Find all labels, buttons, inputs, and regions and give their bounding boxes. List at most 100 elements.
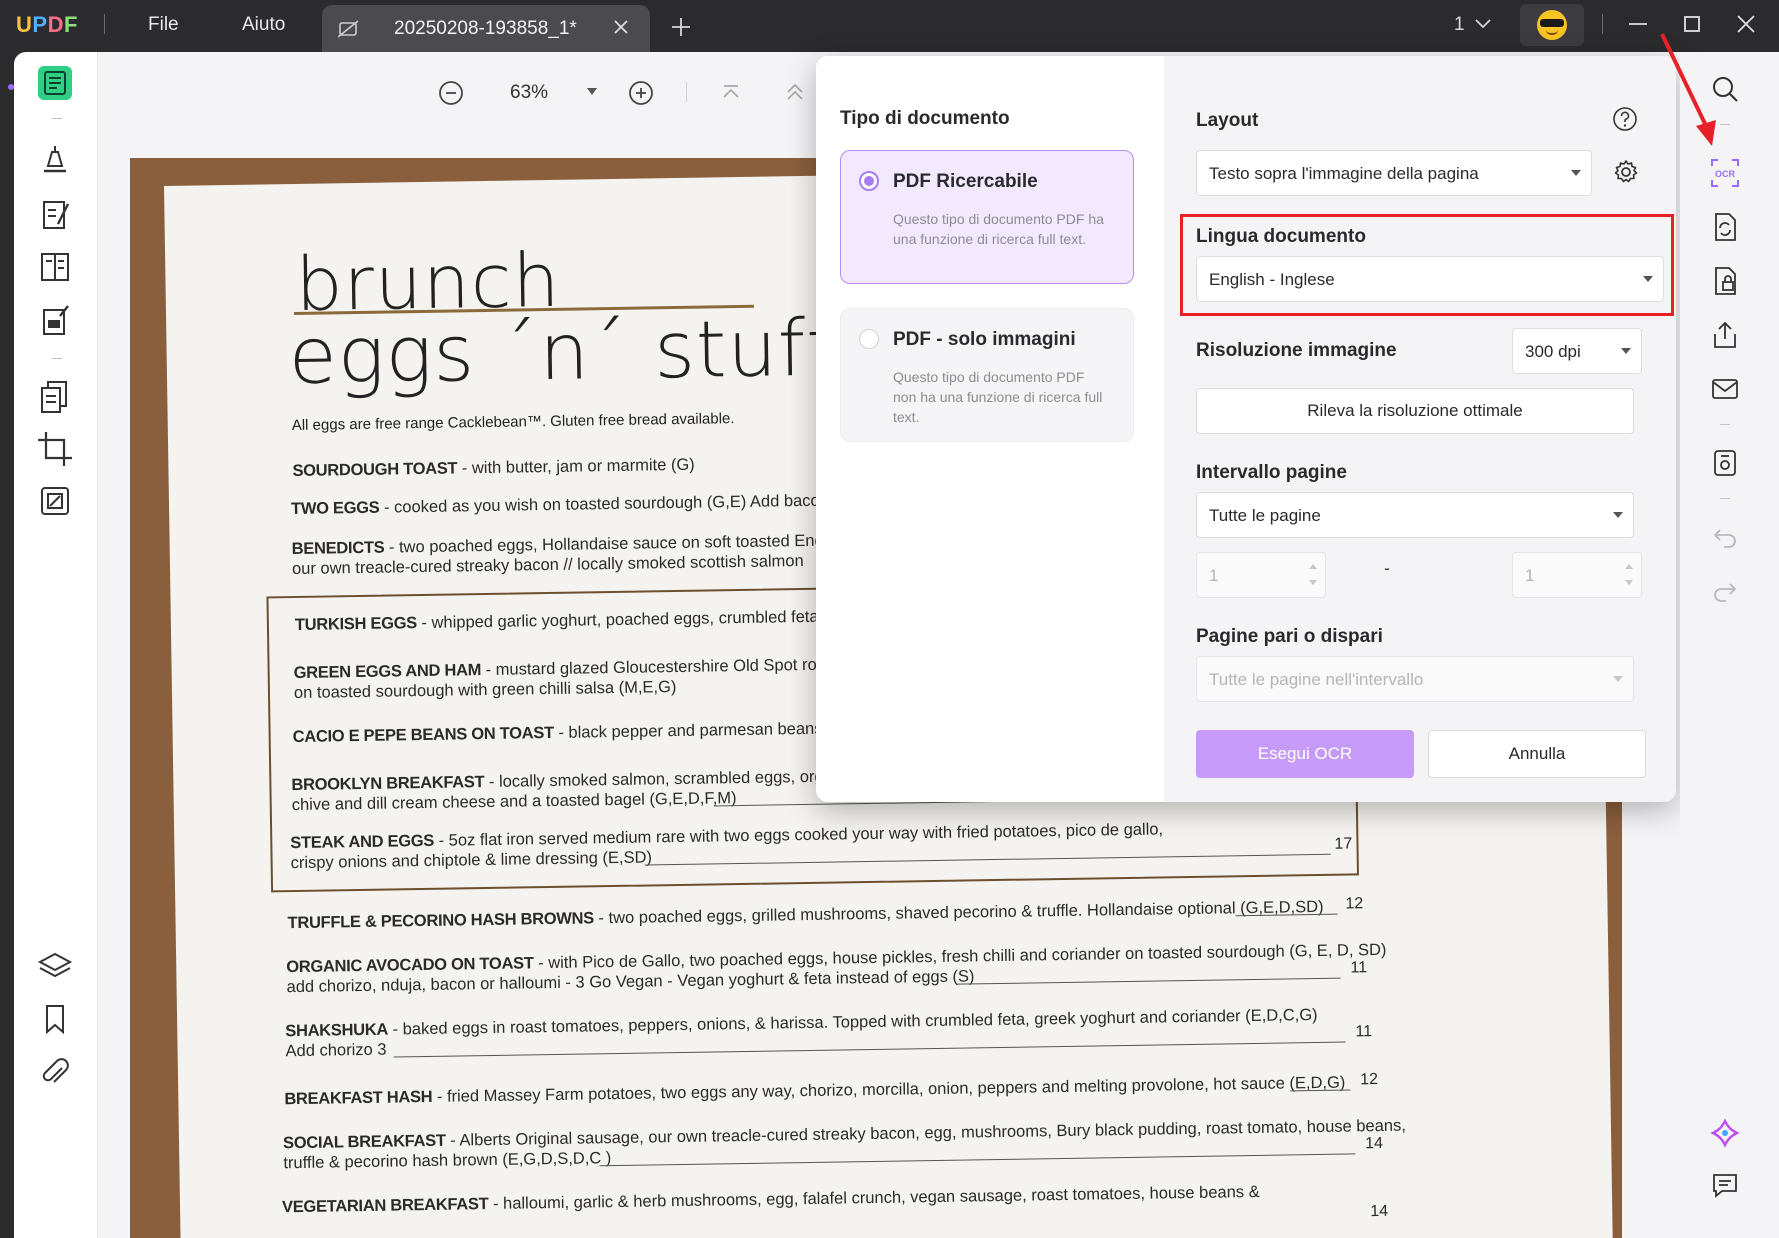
menu-file[interactable]: File [148,14,179,36]
title-separator [1602,14,1603,34]
range-from-input[interactable]: 1 [1196,552,1326,598]
ocr-dialog: Tipo di documento PDF Ricercabile Questo… [816,56,1676,802]
menu-price: 11 [1350,959,1368,977]
close-tab-icon[interactable] [612,18,630,36]
toolbar-divider [1720,424,1730,425]
close-window-icon[interactable] [1734,12,1758,36]
chevron-down-icon[interactable] [1474,16,1492,32]
chevron-down-icon [1613,676,1623,682]
previous-page-icon[interactable] [784,82,806,104]
fill-sign-icon[interactable] [36,302,74,340]
stepper-up-icon[interactable] [1625,564,1633,569]
page-range-select[interactable]: Tutte le pagine [1196,492,1634,538]
layout-select[interactable]: Testo sopra l'immagine della pagina [1196,150,1592,196]
document-tab[interactable]: 20250208-193858_1* [322,5,650,52]
cancel-button[interactable]: Annulla [1428,730,1646,778]
new-tab-icon[interactable] [670,16,692,38]
toolbar-divider [1720,124,1730,125]
odd-even-select[interactable]: Tutte le pagine nell'intervallo [1196,656,1634,702]
help-icon[interactable] [1612,106,1638,132]
highlighter-icon[interactable] [36,140,74,178]
avatar[interactable] [1520,4,1584,46]
layout-select-value: Testo sopra l'immagine della pagina [1209,164,1479,183]
zoom-dropdown-icon[interactable] [586,86,598,96]
attachment-icon[interactable] [36,1054,74,1092]
redo-icon[interactable] [1710,576,1740,606]
convert-icon[interactable] [1710,212,1740,242]
zoom-out-icon[interactable] [438,80,464,106]
email-icon[interactable] [1710,374,1740,404]
option-searchable-pdf-title: PDF Ricercabile [893,171,1038,192]
stepper-down-icon[interactable] [1625,580,1633,585]
svg-text:OCR: OCR [1715,169,1736,179]
chevron-down-icon [1621,348,1631,354]
option-image-only-pdf-desc: Questo tipo di documento PDF non ha una … [893,369,1103,425]
layout-label: Layout [1196,110,1259,131]
gear-icon[interactable] [1612,158,1640,186]
bookmark-icon[interactable] [36,1000,74,1038]
range-separator: - [1384,558,1390,578]
crop-icon[interactable] [36,430,74,468]
first-page-icon[interactable] [720,82,742,104]
zoom-toolbar: 63% [98,52,818,140]
resolution-select[interactable]: 300 dpi [1512,328,1642,374]
undo-icon[interactable] [1710,522,1740,552]
menu-subtitle: All eggs are free range Cacklebean™. Glu… [291,410,735,435]
radio-searchable-pdf[interactable] [859,171,879,191]
menu-help[interactable]: Aiuto [242,14,285,36]
annotation-arrow-icon [1660,33,1716,146]
range-to-input[interactable]: 1 [1512,552,1642,598]
ocr-icon[interactable]: OCR [1710,158,1740,188]
menu-item: Add chorizo 3 [285,1040,387,1061]
menu-heading: eggs ´n´ stuff [287,303,836,403]
detect-resolution-button[interactable]: Rileva la risoluzione ottimale [1196,388,1634,434]
comment-icon[interactable] [1710,1170,1740,1200]
resolution-select-value: 300 dpi [1525,342,1581,361]
menu-item: SHAKSHUKA - baked eggs in roast tomatoes… [285,1005,1318,1041]
language-select-value: English - Inglese [1209,270,1335,289]
zoom-separator [686,82,687,102]
menu-price: 11 [1355,1023,1373,1041]
menu-price: 14 [1370,1202,1389,1221]
minimize-icon[interactable] [1626,12,1650,36]
zoom-level[interactable]: 63% [510,82,548,104]
organize-pages-icon[interactable] [36,378,74,416]
stepper-up-icon[interactable] [1309,564,1317,569]
menu-price: 17 [1334,835,1353,853]
protect-icon[interactable] [1710,266,1740,296]
menu-price: 12 [1360,1071,1379,1089]
save-icon[interactable] [1710,448,1740,478]
window-count[interactable]: 1 [1454,14,1465,36]
ai-assistant-icon[interactable] [1710,1118,1740,1148]
form-icon[interactable] [36,248,74,286]
language-label: Lingua documento [1196,226,1366,247]
title-bar: UPDF File Aiuto 20250208-193858_1* 1 [0,0,1779,52]
menu-price: 12 [1345,895,1364,913]
resolution-label: Risoluzione immagine [1196,340,1397,361]
option-searchable-pdf-desc: Questo tipo di documento PDF ha una funz… [893,211,1104,247]
chevron-down-icon [1613,512,1623,518]
menu-item: SOCIAL BREAKFAST - Alberts Original saus… [282,1116,1406,1153]
share-icon[interactable] [1710,320,1740,350]
layers-icon[interactable] [36,948,74,986]
run-ocr-button[interactable]: Esegui OCR [1196,730,1414,778]
edit-pdf-icon[interactable] [36,196,74,234]
app-logo: UPDF [16,12,78,37]
right-toolbar: OCR [1680,52,1779,1238]
reader-icon[interactable] [36,64,74,102]
menu-item: SOURDOUGH TOAST - with butter, jam or ma… [292,455,695,481]
zoom-in-icon[interactable] [628,80,654,106]
toolbar-divider [52,358,62,359]
stepper-down-icon[interactable] [1309,580,1317,585]
menu-item: TRUFFLE & PECORINO HASH BROWNS - two poa… [287,897,1324,933]
option-image-only-pdf[interactable]: PDF - solo immagini Questo tipo di docum… [840,308,1134,442]
option-searchable-pdf[interactable]: PDF Ricercabile Questo tipo di documento… [840,150,1134,284]
language-select[interactable]: English - Inglese [1196,256,1664,302]
page-range-label: Intervallo pagine [1196,462,1347,483]
range-to-value: 1 [1525,566,1535,585]
odd-even-label: Pagine pari o dispari [1196,626,1383,647]
radio-image-only-pdf[interactable] [859,329,879,349]
menu-item: truffle & pecorino hash brown (E,G,D,S,D… [283,1149,612,1173]
title-separator [104,14,105,34]
tools-icon[interactable] [36,482,74,520]
